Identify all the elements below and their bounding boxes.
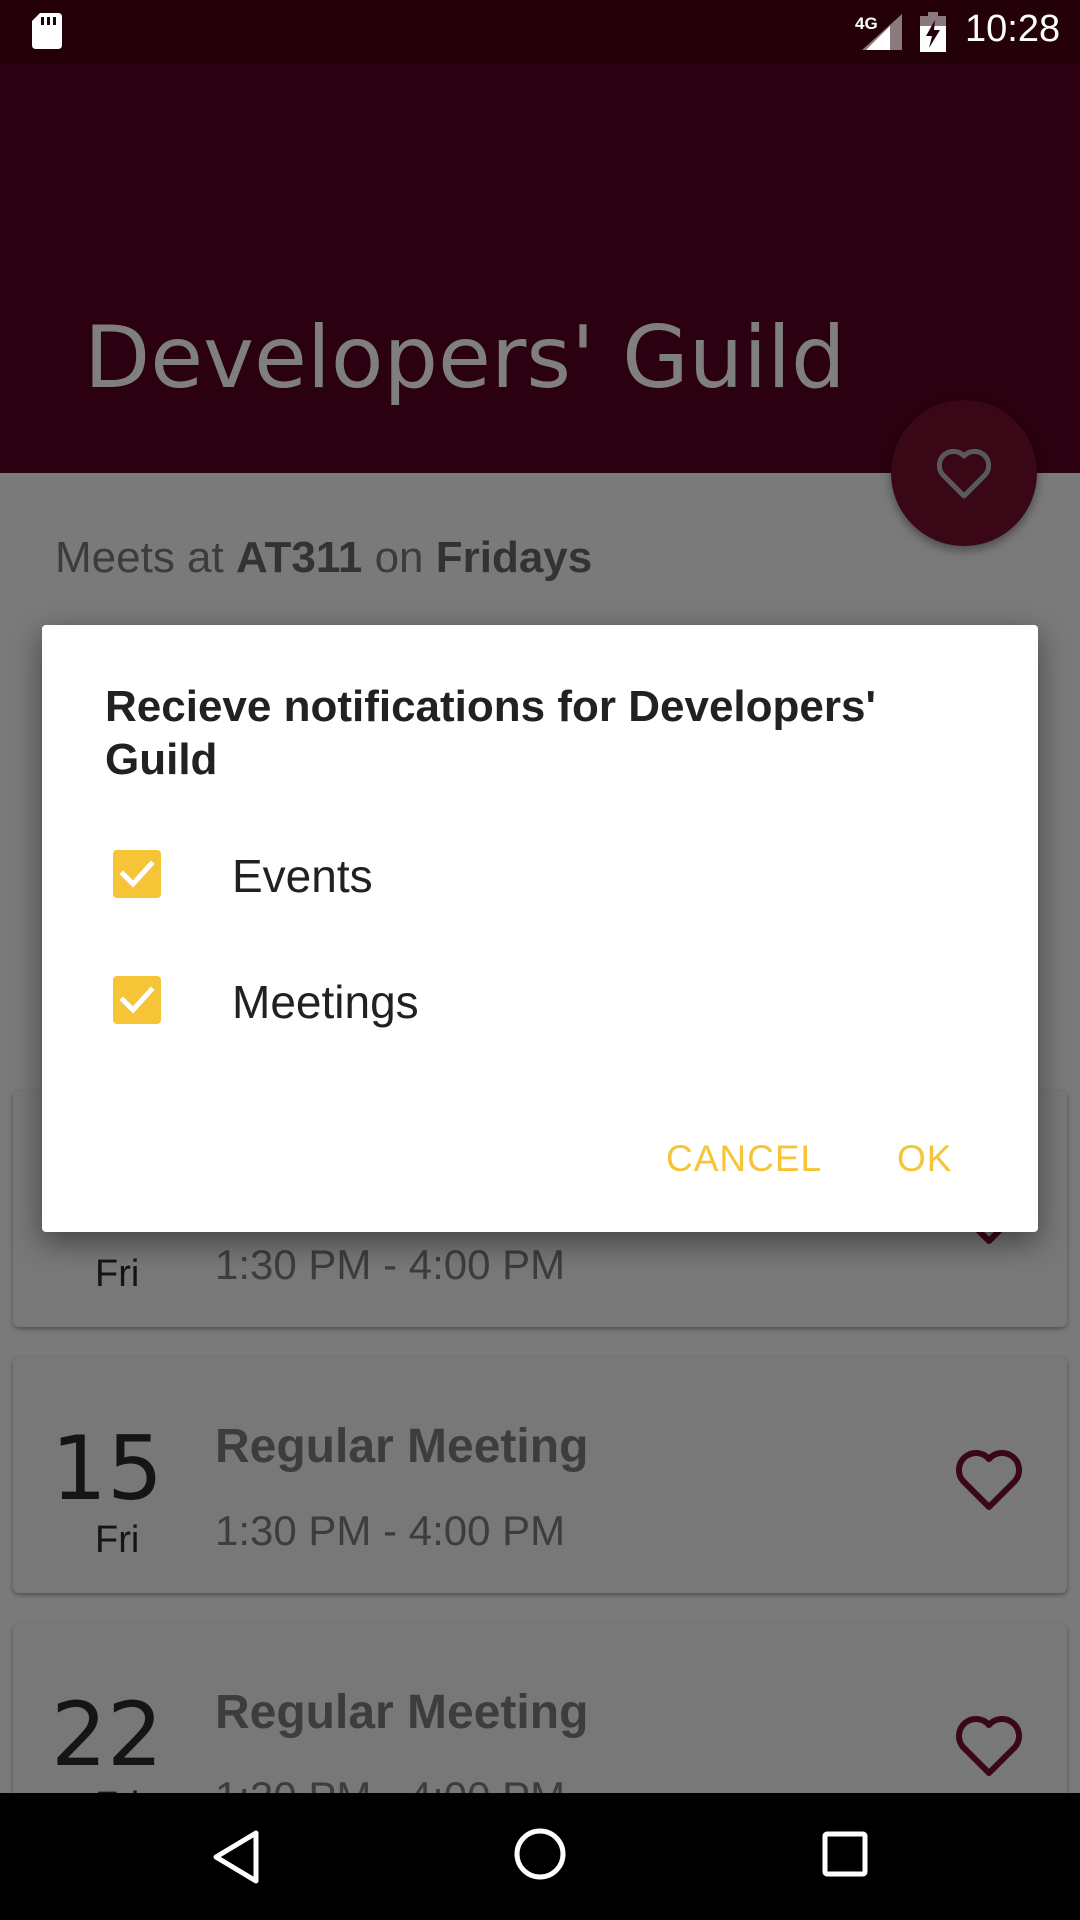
- heart-outline-icon: [936, 448, 992, 499]
- events-label: Events: [232, 850, 373, 902]
- event-day-name: Fri: [95, 1519, 140, 1561]
- dialog-title: Recieve notifications for Developers' Gu…: [105, 682, 876, 784]
- event-title: Regular Meeting: [215, 1686, 589, 1739]
- recents-icon[interactable]: [822, 1831, 868, 1877]
- back-icon[interactable]: [212, 1829, 260, 1885]
- meeting-location: AT311: [235, 533, 363, 582]
- option-meetings[interactable]: Meetings: [42, 946, 1038, 1056]
- events-checkbox[interactable]: [113, 850, 161, 898]
- event-time: 1:30 PM - 4:00 PM: [215, 1241, 566, 1288]
- signal-icon: [862, 14, 902, 50]
- home-icon[interactable]: [514, 1828, 566, 1880]
- ok-button[interactable]: OK: [897, 1127, 952, 1191]
- meeting-info: Meets at AT311 on Fridays: [55, 533, 593, 582]
- event-title: Regular Meeting: [215, 1420, 589, 1473]
- favorite-heart-icon[interactable]: [953, 1447, 1025, 1513]
- navigation-bar: [0, 1793, 1080, 1920]
- status-bar: 4G 10:28: [0, 0, 1080, 63]
- cancel-button[interactable]: CANCEL: [666, 1127, 822, 1191]
- favorite-fab-button[interactable]: [891, 400, 1037, 546]
- event-card[interactable]: 15 Fri Regular Meeting 1:30 PM - 4:00 PM: [13, 1357, 1067, 1593]
- event-time: 1:30 PM - 4:00 PM: [215, 1507, 566, 1554]
- event-day-name: Fri: [95, 1253, 140, 1295]
- event-day-number: 15: [51, 1417, 163, 1520]
- option-events[interactable]: Events: [42, 820, 1038, 930]
- page-title: Developers' Guild: [84, 308, 846, 408]
- meetings-label: Meetings: [232, 976, 419, 1028]
- clock: 10:28: [965, 8, 1061, 50]
- sd-card-icon: [32, 13, 62, 49]
- favorite-heart-icon[interactable]: [953, 1713, 1025, 1779]
- checkmark-icon: [119, 986, 155, 1014]
- app-bar: Developers' Guild: [0, 63, 1080, 473]
- notifications-dialog: Recieve notifications for Developers' Gu…: [42, 625, 1038, 1232]
- battery-charging-icon: [920, 12, 946, 52]
- meeting-day: Fridays: [435, 533, 593, 582]
- event-day-number: 22: [51, 1683, 163, 1786]
- checkmark-icon: [119, 860, 155, 888]
- meetings-checkbox[interactable]: [113, 976, 161, 1024]
